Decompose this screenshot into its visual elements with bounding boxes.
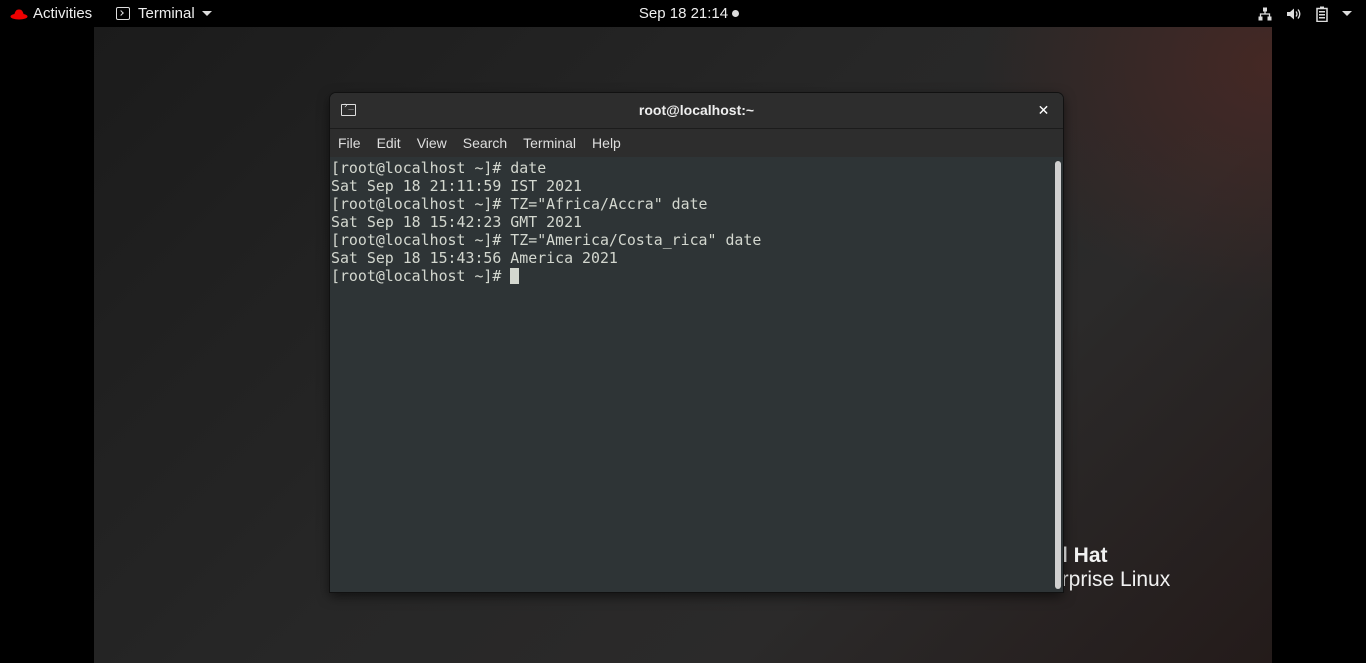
system-menu-caret-icon: [1342, 11, 1352, 16]
menu-bar: File Edit View Search Terminal Help: [330, 129, 1063, 158]
terminal-line: [root@localhost ~]# TZ="America/Costa_ri…: [331, 231, 762, 249]
window-title: root@localhost:~: [638, 102, 755, 118]
window-titlebar[interactable]: root@localhost:~ ✕: [330, 93, 1063, 129]
terminal-line: Sat Sep 18 21:11:59 IST 2021: [331, 177, 583, 195]
menu-file[interactable]: File: [330, 129, 369, 157]
network-icon: [1258, 7, 1272, 20]
menu-search[interactable]: Search: [455, 129, 515, 157]
menu-edit[interactable]: Edit: [369, 129, 409, 157]
scrollbar[interactable]: [1055, 161, 1061, 589]
battery-icon: [1316, 6, 1328, 22]
terminal-line: Sat Sep 18 15:43:56 America 2021: [331, 249, 618, 267]
menu-terminal[interactable]: Terminal: [515, 129, 584, 157]
terminal-output-area[interactable]: [root@localhost ~]# date Sat Sep 18 21:11…: [330, 157, 1063, 592]
notification-dot-icon: [732, 10, 740, 17]
terminal-prompt-line[interactable]: [root@localhost ~]#: [331, 267, 761, 285]
top-bar: Activities Terminal Sep 18 21:14: [0, 0, 1366, 27]
clock-label: Sep 18 21:14: [638, 5, 729, 22]
clock[interactable]: Sep 18 21:14: [0, 0, 1366, 27]
brand-line-1: l Hat: [1062, 544, 1108, 567]
terminal-text: [root@localhost ~]# date Sat Sep 18 21:11…: [331, 159, 761, 285]
terminal-line: [root@localhost ~]# date: [331, 159, 547, 177]
terminal-prompt: [root@localhost ~]#: [331, 267, 511, 285]
close-button[interactable]: ✕: [1034, 101, 1053, 120]
menu-help[interactable]: Help: [584, 129, 629, 157]
terminal-line: Sat Sep 18 15:42:23 GMT 2021: [331, 213, 583, 231]
system-tray[interactable]: [1258, 0, 1352, 27]
menu-view[interactable]: View: [409, 129, 455, 157]
brand-line-2: erprise Linux: [1050, 568, 1171, 591]
text-cursor: [510, 268, 520, 284]
terminal-window[interactable]: root@localhost:~ ✕ File Edit View Search…: [330, 93, 1063, 592]
terminal-line: [root@localhost ~]# TZ="Africa/Accra" da…: [331, 195, 708, 213]
volume-icon: [1287, 8, 1301, 19]
redhat-wallpaper-branding: l Hat erprise Linux: [1050, 544, 1170, 592]
